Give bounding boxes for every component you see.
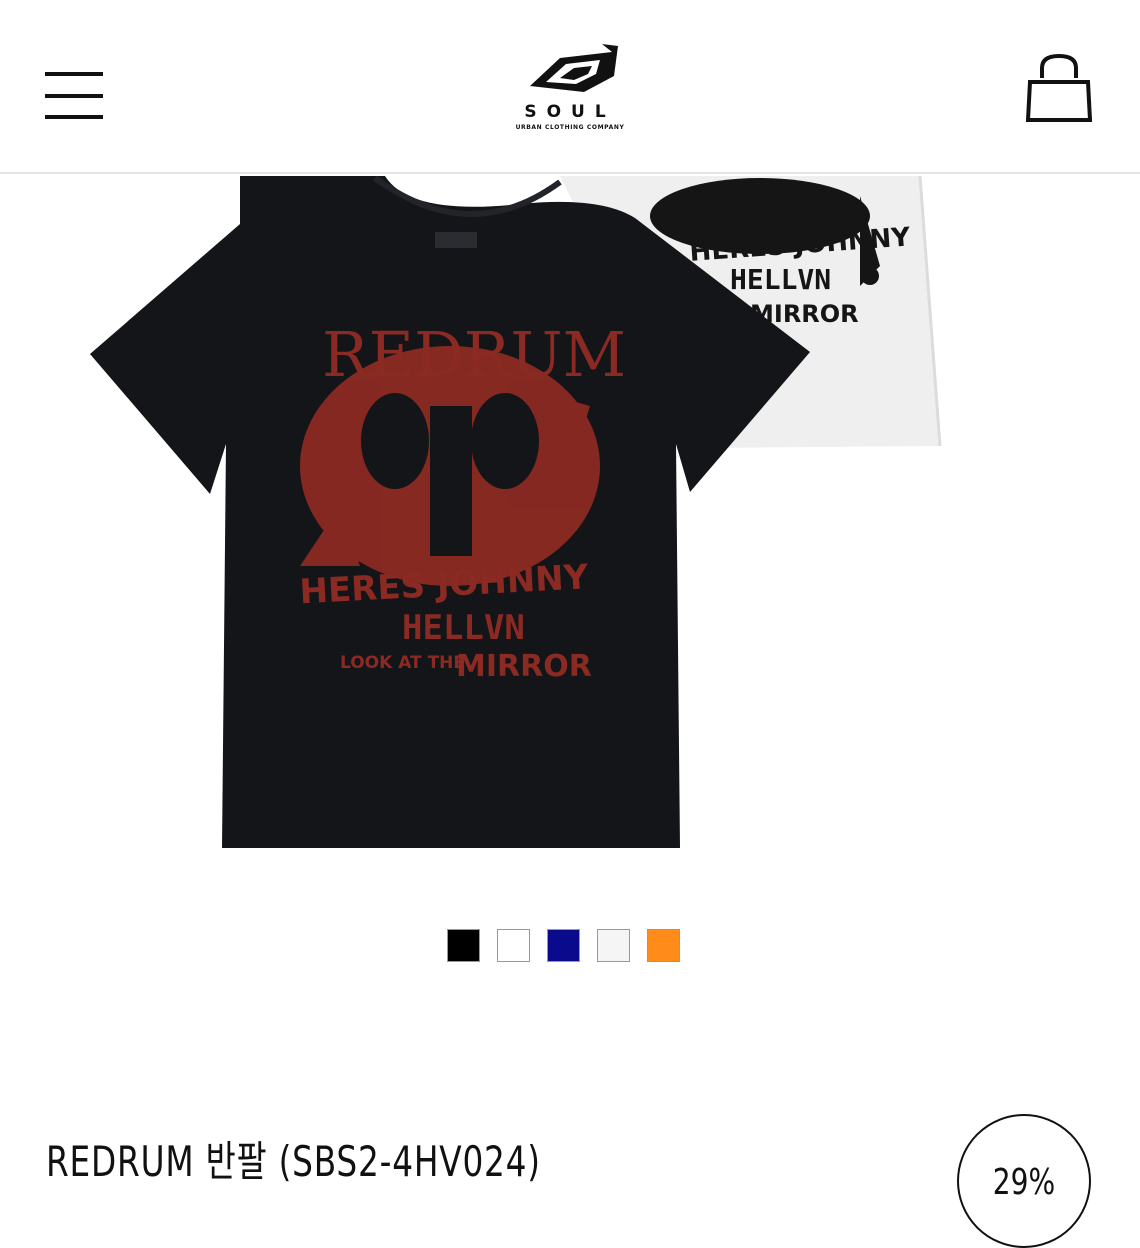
logo-wordmark: SOUL	[524, 102, 616, 122]
shopping-bag-button[interactable]	[1024, 52, 1094, 124]
print-redrum: REDRUM	[322, 318, 626, 391]
print-mirror: MIRROR	[456, 649, 592, 684]
product-photo: HERES JOHNNY HELLVN MIRROR REDRUM HERES …	[90, 176, 942, 848]
discount-text: 29%	[992, 1162, 1056, 1203]
top-header: SOUL URBAN CLOTHING COMPANY	[0, 0, 1140, 174]
main-shirt: REDRUM HERES JOHNNY HELLVN LOOK AT THE M…	[90, 176, 810, 848]
hamburger-menu-button[interactable]	[45, 72, 103, 120]
product-title: REDRUM 반팔 (SBS2-4HV024)	[46, 1137, 541, 1186]
print-hellvn: HELLVN	[402, 608, 525, 648]
color-swatch-white[interactable]	[497, 929, 530, 962]
color-swatches	[447, 929, 680, 965]
soul-logo[interactable]: SOUL URBAN CLOTHING COMPANY	[500, 40, 640, 136]
print-look-at-the: LOOK AT THE	[340, 653, 465, 673]
color-swatch-orange[interactable]	[647, 929, 680, 962]
menu-bar	[45, 115, 103, 119]
color-swatch-navy[interactable]	[547, 929, 580, 962]
logo-tagline: URBAN CLOTHING COMPANY	[515, 124, 625, 131]
menu-bar	[45, 94, 103, 98]
color-swatch-light-gray[interactable]	[597, 929, 630, 962]
shopping-bag-icon	[1025, 53, 1093, 122]
menu-bar	[45, 72, 103, 76]
back-print-line: HELLVN	[730, 263, 831, 296]
product-image[interactable]: HERES JOHNNY HELLVN MIRROR REDRUM HERES …	[0, 176, 1140, 876]
discount-badge: 29%	[957, 1114, 1091, 1248]
soul-logo-mark	[530, 44, 618, 92]
color-swatch-black[interactable]	[447, 929, 480, 962]
